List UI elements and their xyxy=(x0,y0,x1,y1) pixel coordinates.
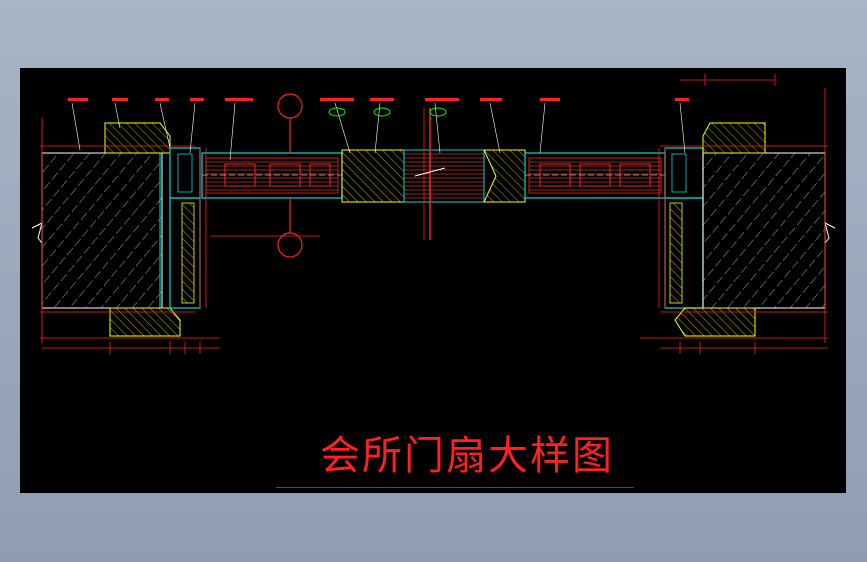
title-underline xyxy=(276,487,634,488)
center-meeting-stile xyxy=(341,108,526,240)
door-leaf-left xyxy=(201,152,343,199)
left-door-frame xyxy=(169,147,207,309)
right-wall xyxy=(640,122,836,339)
door-leaf-right xyxy=(524,152,666,199)
cad-canvas[interactable]: 会所门扇大样图 xyxy=(20,68,846,493)
right-door-frame xyxy=(658,147,704,309)
annotation-ticks xyxy=(68,98,689,101)
drawing-title: 会所门扇大样图 xyxy=(320,433,614,479)
green-markers xyxy=(328,107,447,117)
